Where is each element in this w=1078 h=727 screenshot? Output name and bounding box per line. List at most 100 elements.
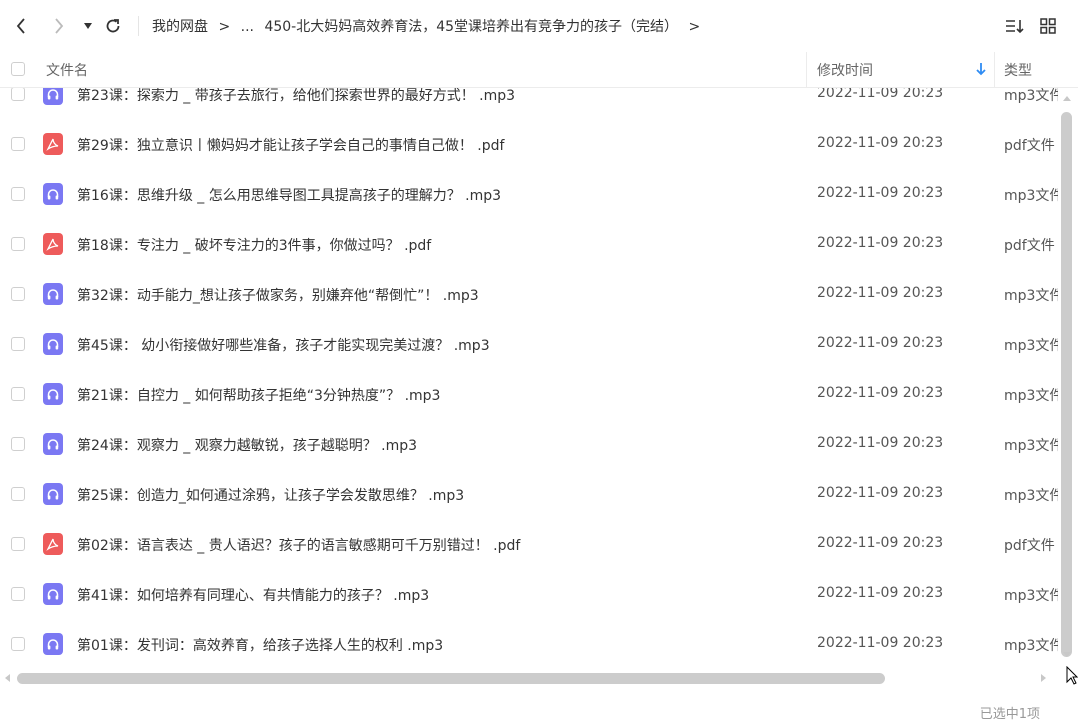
- file-row[interactable]: 第01课：发刊词：高效养育，给孩子选择人生的权利 .mp3 2022-11-09 …: [0, 619, 1058, 668]
- toolbar-divider: [138, 16, 139, 36]
- row-checkbox[interactable]: [11, 88, 25, 101]
- file-type: mp3文件: [1004, 288, 1058, 304]
- pdf-file-icon: [43, 233, 63, 255]
- file-row[interactable]: 第32课：动手能力_想让孩子做家务，别嫌弃他“帮倒忙”！ .mp3 2022-11…: [0, 269, 1058, 319]
- scroll-right-icon: [1041, 674, 1046, 682]
- file-row[interactable]: 第24课：观察力 _ 观察力越敏锐，孩子越聪明？ .mp3 2022-11-09 …: [0, 419, 1058, 469]
- file-modified-date: 2022-11-09 20:23: [817, 435, 944, 451]
- audio-file-icon: [43, 88, 63, 105]
- file-name[interactable]: 第24课：观察力 _ 观察力越敏锐，孩子越聪明？ .mp3: [77, 435, 417, 455]
- select-all-checkbox[interactable]: [11, 62, 25, 76]
- file-type: mp3文件: [1004, 438, 1058, 454]
- audio-file-icon: [43, 333, 63, 355]
- file-modified-date: 2022-11-09 20:23: [817, 635, 944, 651]
- file-type: mp3文件: [1004, 388, 1058, 404]
- file-name[interactable]: 第18课：专注力 _ 破坏专注力的3件事，你做过吗？ .pdf: [77, 235, 431, 255]
- file-name[interactable]: 第25课：创造力_如何通过涂鸦，让孩子学会发散思维？ .mp3: [77, 485, 464, 505]
- breadcrumb-root[interactable]: 我的网盘: [152, 19, 208, 35]
- file-list: 第23课：探索力 _ 带孩子去旅行，给他们探索世界的最好方式！ .mp3 2022…: [0, 88, 1058, 668]
- caret-down-icon: [84, 23, 92, 29]
- audio-file-icon: [43, 483, 63, 505]
- row-checkbox[interactable]: [11, 237, 25, 251]
- file-type: pdf文件: [1004, 138, 1055, 154]
- column-divider[interactable]: [806, 52, 807, 88]
- audio-file-icon: [43, 383, 63, 405]
- file-modified-date: 2022-11-09 20:23: [817, 385, 944, 401]
- vertical-scrollbar[interactable]: [1058, 88, 1078, 668]
- file-type: mp3文件: [1004, 188, 1058, 204]
- row-checkbox[interactable]: [11, 387, 25, 401]
- scroll-down-icon: [1063, 652, 1071, 657]
- file-type: pdf文件: [1004, 238, 1055, 254]
- file-type: mp3文件: [1004, 488, 1058, 504]
- sort-button[interactable]: [1001, 13, 1027, 39]
- file-name[interactable]: 第32课：动手能力_想让孩子做家务，别嫌弃他“帮倒忙”！ .mp3: [77, 285, 479, 305]
- file-name[interactable]: 第29课：独立意识丨懒妈妈才能让孩子学会自己的事情自己做！ .pdf: [77, 135, 504, 155]
- row-checkbox[interactable]: [11, 187, 25, 201]
- breadcrumb: 我的网盘 > ... 450-北大妈妈高效养育法，45堂课培养出有竞争力的孩子（…: [152, 16, 706, 36]
- file-name[interactable]: 第45课： 幼小衔接做好哪些准备，孩子才能实现完美过渡？ .mp3: [77, 335, 490, 355]
- file-row[interactable]: 第02课：语言表达 _ 贵人语迟？孩子的语言敏感期可千万别错过！ .pdf 202…: [0, 519, 1058, 569]
- sort-list-icon: [1006, 20, 1024, 34]
- file-name[interactable]: 第23课：探索力 _ 带孩子去旅行，给他们探索世界的最好方式！ .mp3: [77, 88, 515, 105]
- file-row[interactable]: 第23课：探索力 _ 带孩子去旅行，给他们探索世界的最好方式！ .mp3 2022…: [0, 88, 1058, 119]
- file-modified-date: 2022-11-09 20:23: [817, 585, 944, 601]
- row-checkbox[interactable]: [11, 137, 25, 151]
- row-checkbox[interactable]: [11, 587, 25, 601]
- pdf-file-icon: [43, 133, 63, 155]
- grid-view-icon: [1040, 18, 1056, 34]
- selection-status: 已选中1项: [979, 707, 1040, 722]
- file-type: mp3文件: [1004, 588, 1058, 604]
- file-modified-date: 2022-11-09 20:23: [817, 185, 944, 201]
- row-checkbox[interactable]: [11, 637, 25, 651]
- row-checkbox[interactable]: [11, 337, 25, 351]
- row-checkbox[interactable]: [11, 437, 25, 451]
- row-checkbox[interactable]: [11, 287, 25, 301]
- file-type: mp3文件: [1004, 338, 1058, 354]
- audio-file-icon: [43, 433, 63, 455]
- file-modified-date: 2022-11-09 20:23: [817, 535, 944, 551]
- file-modified-date: 2022-11-09 20:23: [817, 135, 944, 151]
- file-row[interactable]: 第45课： 幼小衔接做好哪些准备，孩子才能实现完美过渡？ .mp3 2022-11…: [0, 319, 1058, 369]
- row-checkbox[interactable]: [11, 487, 25, 501]
- refresh-button[interactable]: [100, 13, 126, 39]
- file-type: mp3文件: [1004, 638, 1058, 654]
- horizontal-scroll-thumb[interactable]: [17, 673, 885, 684]
- file-type: pdf文件: [1004, 538, 1055, 554]
- file-modified-date: 2022-11-09 20:23: [817, 88, 944, 101]
- file-name[interactable]: 第41课：如何培养有同理心、有共情能力的孩子？ .mp3: [77, 585, 429, 605]
- refresh-icon: [106, 19, 120, 33]
- file-modified-date: 2022-11-09 20:23: [817, 335, 944, 351]
- file-row[interactable]: 第18课：专注力 _ 破坏专注力的3件事，你做过吗？ .pdf 2022-11-0…: [0, 219, 1058, 269]
- scroll-up-icon: [1063, 96, 1071, 101]
- column-divider[interactable]: [994, 52, 995, 88]
- file-name[interactable]: 第02课：语言表达 _ 贵人语迟？孩子的语言敏感期可千万别错过！ .pdf: [77, 535, 520, 555]
- column-modified[interactable]: 修改时间: [817, 60, 873, 80]
- grid-view-button[interactable]: [1035, 13, 1061, 39]
- audio-file-icon: [43, 633, 63, 655]
- history-dropdown-button[interactable]: [75, 13, 101, 39]
- file-row[interactable]: 第16课：思维升级 _ 怎么用思维导图工具提高孩子的理解力？ .mp3 2022-…: [0, 169, 1058, 219]
- breadcrumb-separator: >: [218, 19, 231, 35]
- file-row[interactable]: 第29课：独立意识丨懒妈妈才能让孩子学会自己的事情自己做！ .pdf 2022-1…: [0, 119, 1058, 169]
- file-name[interactable]: 第01课：发刊词：高效养育，给孩子选择人生的权利 .mp3: [77, 635, 443, 655]
- column-name[interactable]: 文件名: [46, 60, 88, 80]
- vertical-scroll-thumb[interactable]: [1061, 112, 1072, 657]
- file-row[interactable]: 第25课：创造力_如何通过涂鸦，让孩子学会发散思维？ .mp3 2022-11-0…: [0, 469, 1058, 519]
- file-name[interactable]: 第21课：自控力 _ 如何帮助孩子拒绝“3分钟热度”？ .mp3: [77, 385, 440, 405]
- chevron-left-icon: [16, 18, 25, 34]
- file-modified-date: 2022-11-09 20:23: [817, 285, 944, 301]
- back-button[interactable]: [8, 13, 34, 39]
- file-row[interactable]: 第21课：自控力 _ 如何帮助孩子拒绝“3分钟热度”？ .mp3 2022-11-…: [0, 369, 1058, 419]
- column-header: 文件名 修改时间 类型: [0, 52, 1078, 88]
- file-row[interactable]: 第41课：如何培养有同理心、有共情能力的孩子？ .mp3 2022-11-09 2…: [0, 569, 1058, 619]
- horizontal-scrollbar[interactable]: [0, 668, 1058, 688]
- forward-button[interactable]: [46, 13, 72, 39]
- file-name[interactable]: 第16课：思维升级 _ 怎么用思维导图工具提高孩子的理解力？ .mp3: [77, 185, 501, 205]
- row-checkbox[interactable]: [11, 537, 25, 551]
- file-modified-date: 2022-11-09 20:23: [817, 235, 944, 251]
- breadcrumb-current-folder[interactable]: 450-北大妈妈高效养育法，45堂课培养出有竞争力的孩子（完结）: [264, 19, 678, 35]
- breadcrumb-ellipsis[interactable]: ...: [241, 19, 254, 35]
- column-type[interactable]: 类型: [1004, 60, 1032, 80]
- breadcrumb-separator: >: [688, 19, 701, 35]
